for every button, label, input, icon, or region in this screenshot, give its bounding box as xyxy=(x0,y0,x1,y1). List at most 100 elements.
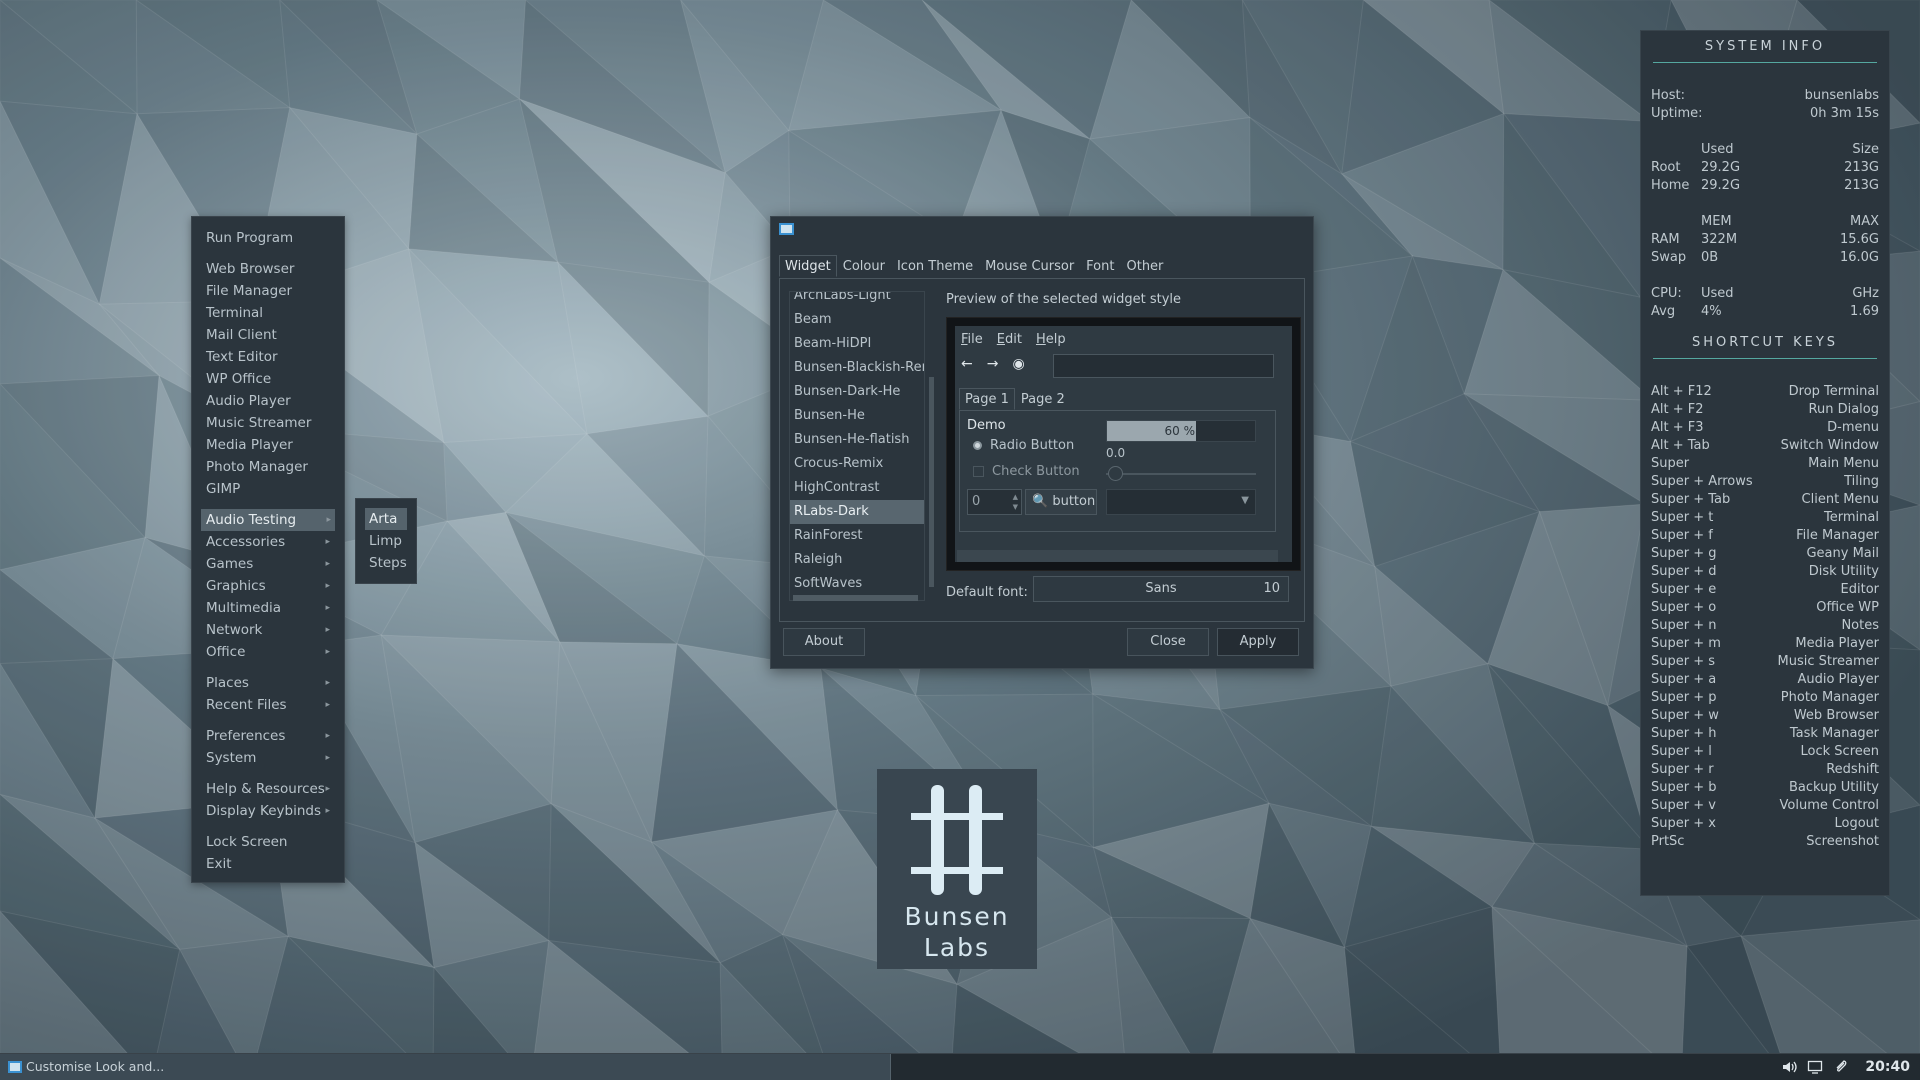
theme-list-vscrollbar[interactable] xyxy=(929,377,934,587)
menu-item-text-editor[interactable]: Text Editor xyxy=(192,346,344,368)
theme-item[interactable]: Bunsen-Dark-He xyxy=(790,380,924,404)
preview-tab-page2[interactable]: Page 2 xyxy=(1015,388,1071,410)
tab-widget[interactable]: Widget xyxy=(779,255,837,277)
menu-item-lock-screen[interactable]: Lock Screen xyxy=(192,831,344,853)
theme-item[interactable]: Beam xyxy=(790,308,924,332)
tab-other[interactable]: Other xyxy=(1120,255,1169,277)
menu-item-places[interactable]: Places xyxy=(192,672,344,694)
menu-item-system[interactable]: System xyxy=(192,747,344,769)
theme-item[interactable]: SoftWaves xyxy=(790,572,924,596)
submenu-item-arta[interactable]: Arta xyxy=(365,508,407,530)
menu-item-network[interactable]: Network xyxy=(192,619,344,641)
menu-item-mail-client[interactable]: Mail Client xyxy=(192,324,344,346)
shortcut-row: Super + m Media Player xyxy=(1651,635,1879,653)
preview-menu-file[interactable]: File xyxy=(961,332,983,347)
preview-button-label: button xyxy=(1052,494,1096,509)
menu-item-media-player[interactable]: Media Player xyxy=(192,434,344,456)
menu-item-audio-testing[interactable]: Audio Testing xyxy=(201,509,335,531)
logo-glyph-icon xyxy=(911,785,1003,895)
menu-item-terminal[interactable]: Terminal xyxy=(192,302,344,324)
shortcut-key: Super + b xyxy=(1651,780,1717,795)
tab-colour[interactable]: Colour xyxy=(837,255,891,277)
disk-size-head: Size xyxy=(1852,142,1879,157)
theme-item[interactable]: Bunsen-He xyxy=(790,404,924,428)
menu-item-multimedia[interactable]: Multimedia xyxy=(192,597,344,619)
theme-item[interactable]: HighContrast xyxy=(790,476,924,500)
apply-button[interactable]: Apply xyxy=(1217,628,1299,656)
record-icon[interactable]: ◉ xyxy=(1012,356,1024,372)
shortcut-key: Super + a xyxy=(1651,672,1717,687)
shortcut-action: Disk Utility xyxy=(1808,564,1879,579)
clock[interactable]: 20:40 xyxy=(1865,1059,1910,1075)
cpu-ghz: 1.69 xyxy=(1850,304,1879,319)
menu-item-gimp[interactable]: GIMP xyxy=(192,478,344,500)
menu-item-accessories[interactable]: Accessories xyxy=(192,531,344,553)
shortcut-row: Alt + F2 Run Dialog xyxy=(1651,401,1879,419)
menu-item-games[interactable]: Games xyxy=(192,553,344,575)
theme-item[interactable]: Bunsen-He-flatish xyxy=(790,428,924,452)
menu-item-photo-manager[interactable]: Photo Manager xyxy=(192,456,344,478)
preview-button[interactable]: 🔍 button xyxy=(1025,489,1097,515)
tab-icon-theme[interactable]: Icon Theme xyxy=(891,255,979,277)
shortcut-row: Alt + F3 D-menu xyxy=(1651,419,1879,437)
shortcut-row: Super + Arrows Tiling xyxy=(1651,473,1879,491)
menu-item-audio-player[interactable]: Audio Player xyxy=(192,390,344,412)
spin-arrows-icon[interactable]: ▲ ▼ xyxy=(1013,492,1018,512)
theme-item[interactable]: Beam-HiDPI xyxy=(790,332,924,356)
about-button[interactable]: About xyxy=(783,628,865,656)
volume-icon[interactable] xyxy=(1781,1059,1798,1075)
font-chooser-button[interactable]: Sans 10 xyxy=(1033,576,1289,602)
spin-value: 0 xyxy=(972,494,981,509)
back-arrow-icon[interactable]: ← xyxy=(961,356,973,372)
theme-item[interactable]: Bunsen-Blackish-Remi xyxy=(790,356,924,380)
preview-combobox[interactable]: ▼ xyxy=(1106,489,1256,515)
menu-item-help-resources[interactable]: Help & Resources xyxy=(192,778,344,800)
theme-item[interactable]: RainForest xyxy=(790,524,924,548)
submenu-item-limp[interactable]: Limp xyxy=(356,530,416,552)
tab-font[interactable]: Font xyxy=(1080,255,1120,277)
preview-tab-page1[interactable]: Page 1 xyxy=(959,388,1015,410)
menu-item-run-program[interactable]: Run Program xyxy=(192,227,344,249)
dialog-titlebar[interactable] xyxy=(771,217,1313,241)
menu-item-web-browser[interactable]: Web Browser xyxy=(192,258,344,280)
menu-item-music-streamer[interactable]: Music Streamer xyxy=(192,412,344,434)
shortcut-row: Alt + F12 Drop Terminal xyxy=(1651,383,1879,401)
menu-item-preferences[interactable]: Preferences xyxy=(192,725,344,747)
radio-button[interactable]: Radio Button xyxy=(973,438,1074,453)
task-button[interactable]: Customise Look and... xyxy=(0,1054,891,1080)
menu-item-office[interactable]: Office xyxy=(192,641,344,663)
apply-label: Apply xyxy=(1239,634,1277,649)
menu-item-graphics[interactable]: Graphics xyxy=(192,575,344,597)
submenu-item-steps[interactable]: Steps xyxy=(356,552,416,574)
slider-knob[interactable] xyxy=(1108,466,1123,481)
menu-separator xyxy=(192,249,344,258)
shortcut-key: Super + g xyxy=(1651,546,1717,561)
theme-list-hscrollbar[interactable] xyxy=(793,595,918,601)
theme-item[interactable]: ArchLabs-Light xyxy=(790,292,924,308)
check-button[interactable]: Check Button xyxy=(973,464,1080,479)
theme-item[interactable]: Crocus-Remix xyxy=(790,452,924,476)
menu-item-display-keybinds[interactable]: Display Keybinds xyxy=(192,800,344,822)
spin-button[interactable]: 0 ▲ ▼ xyxy=(967,489,1022,515)
theme-item[interactable]: RLabs-Dark xyxy=(790,500,924,524)
uptime-value: 0h 3m 15s xyxy=(1809,106,1879,121)
cpu-ghz-head: GHz xyxy=(1852,286,1879,301)
menu-item-recent-files[interactable]: Recent Files xyxy=(192,694,344,716)
preview-menu-help[interactable]: Help xyxy=(1036,332,1066,347)
clip-icon[interactable] xyxy=(1833,1059,1849,1075)
display-icon[interactable] xyxy=(1807,1059,1823,1075)
theme-item[interactable]: Raleigh xyxy=(790,548,924,572)
menu-item-file-manager[interactable]: File Manager xyxy=(192,280,344,302)
menu-item-wp-office[interactable]: WP Office xyxy=(192,368,344,390)
preview-entry[interactable] xyxy=(1053,354,1274,378)
shortcut-key: Super + r xyxy=(1651,762,1714,777)
scale-slider[interactable] xyxy=(1106,466,1256,482)
menu-item-exit[interactable]: Exit xyxy=(192,853,344,875)
tab-mouse-cursor[interactable]: Mouse Cursor xyxy=(979,255,1080,277)
forward-arrow-icon[interactable]: → xyxy=(987,356,999,372)
preview-menu-edit[interactable]: Edit xyxy=(997,332,1022,347)
close-button[interactable]: Close xyxy=(1127,628,1209,656)
shortcut-list: Alt + F12 Drop Terminal Alt + F2 Run Dialog… xyxy=(1651,383,1879,851)
mem-row: RAM 322M 15.6G xyxy=(1651,231,1879,249)
max-head: MAX xyxy=(1849,214,1879,229)
